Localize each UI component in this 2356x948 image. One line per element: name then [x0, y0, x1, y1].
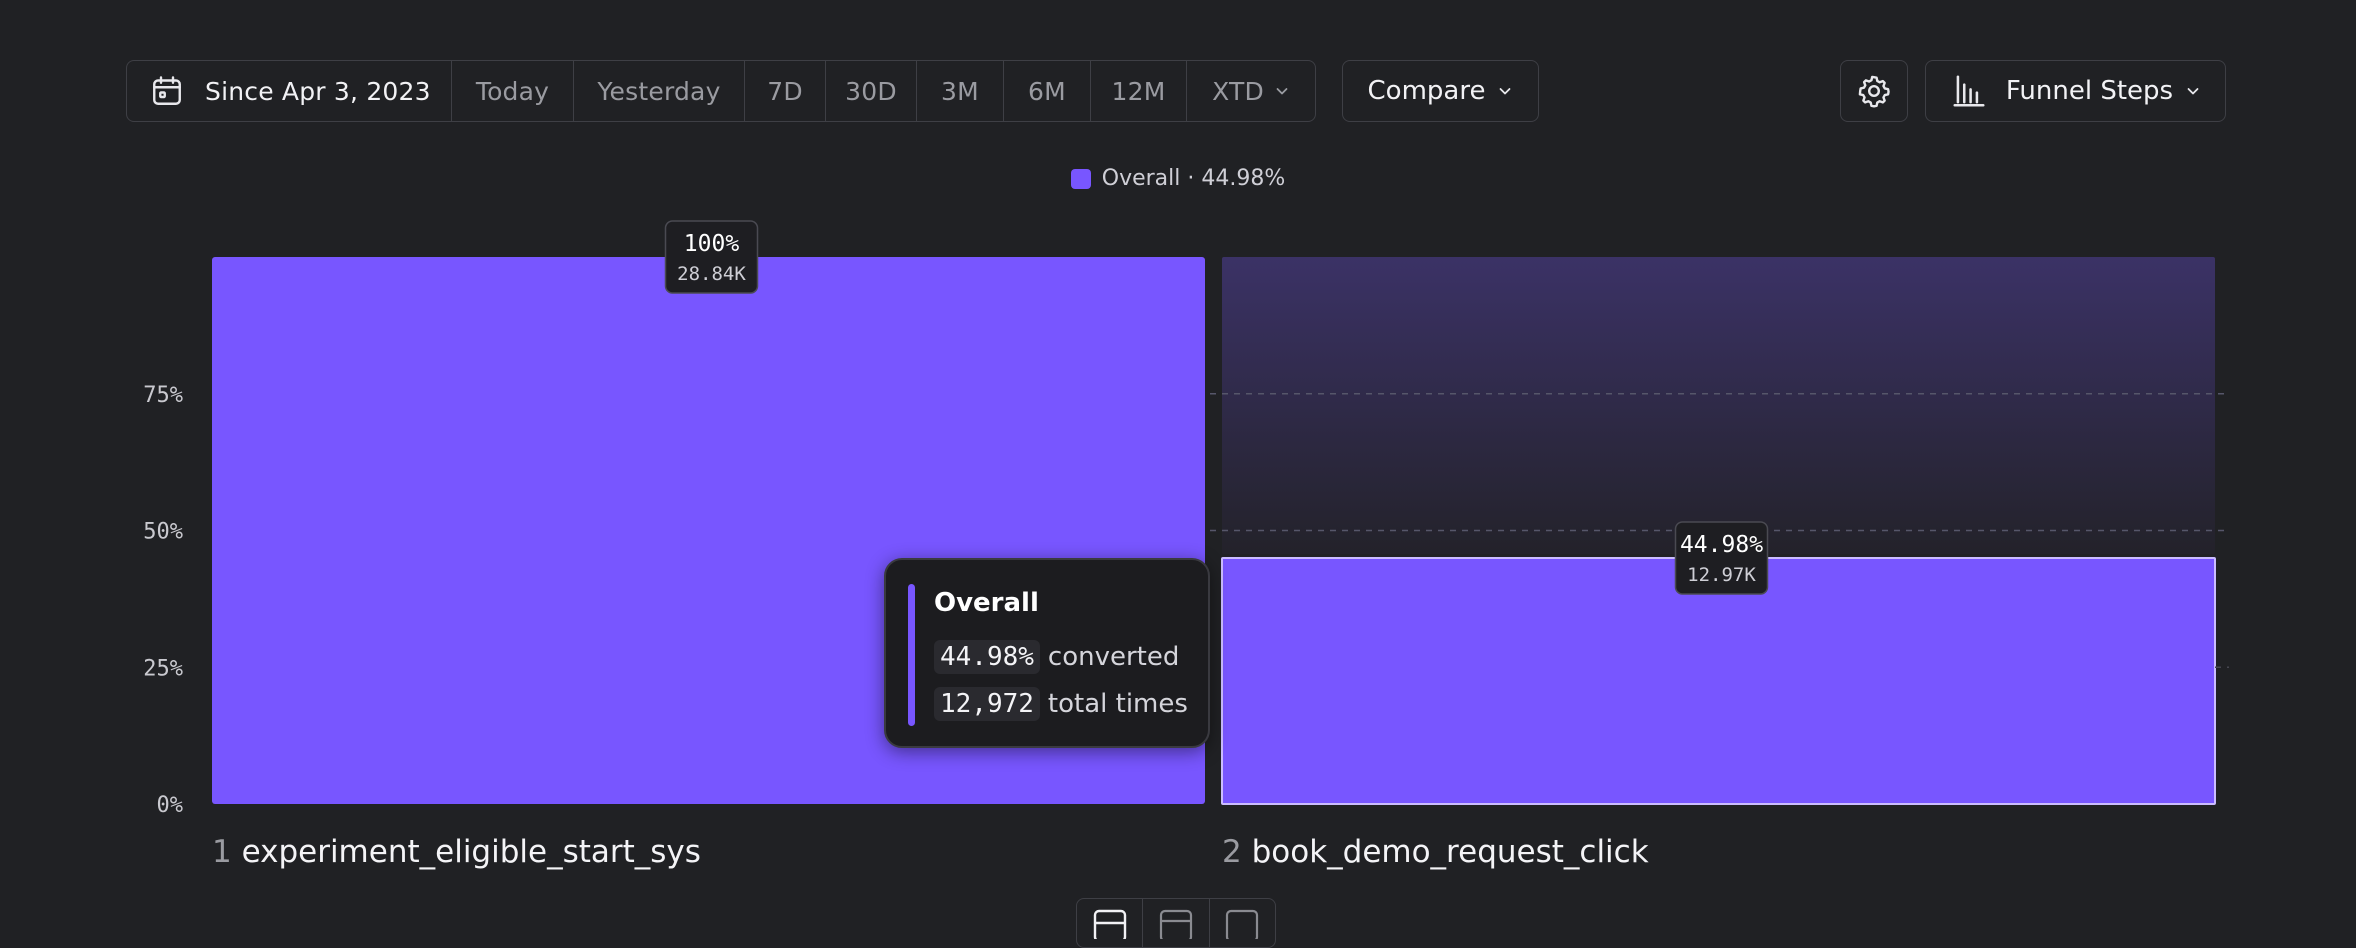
tooltip-row-converted: 44.98% converted [934, 640, 1179, 674]
view-split-button[interactable] [1143, 899, 1210, 947]
y-tick-label: 25% [143, 656, 183, 681]
layout-single-icon [1226, 909, 1259, 939]
step-label: 2 book_demo_request_click [1222, 834, 1649, 870]
y-tick-label: 75% [143, 383, 183, 408]
layout-split-icon [1159, 909, 1193, 939]
bar-value-count: 28.84K [677, 263, 746, 285]
bar-value-count: 12.97K [1687, 564, 1756, 586]
view-single-button[interactable] [1210, 899, 1275, 947]
tooltip-title: Overall [934, 588, 1039, 618]
dropoff-bar [1222, 257, 2215, 554]
tooltip-converted-label: converted [1047, 642, 1180, 672]
layout-bars-icon [1093, 909, 1126, 939]
step-name: book_demo_request_click [1252, 834, 1649, 870]
bar-value-percent: 44.98% [1680, 532, 1763, 558]
tooltip-series-marker [908, 584, 915, 726]
view-toggle [1076, 898, 1276, 948]
step-number: 1 [212, 834, 242, 870]
y-tick-label: 0% [157, 793, 184, 818]
step-number: 2 [1222, 834, 1252, 870]
y-tick-label: 50% [143, 520, 183, 545]
step-name: experiment_eligible_start_sys [242, 834, 701, 870]
tooltip-total-value: 12,972 [934, 687, 1040, 721]
tooltip-total-label: total times [1047, 689, 1188, 719]
chart-tooltip: Overall 44.98% converted 12,972 total ti… [884, 558, 1210, 748]
funnel-chart: 0% 25% 50% 75% 100% 28.84K 44.98% 12.97K 1 exper… [143, 220, 2229, 870]
funnel-bar[interactable] [1221, 556, 2216, 806]
bar-value-percent: 100% [684, 231, 740, 257]
bar-value-box: 100% 28.84K [664, 220, 759, 294]
view-bars-button[interactable] [1077, 899, 1144, 947]
step-label: 1 experiment_eligible_start_sys [212, 834, 701, 870]
bar-value-box: 44.98% 12.97K [1674, 521, 1769, 595]
tooltip-converted-value: 44.98% [934, 640, 1040, 674]
tooltip-row-total: 12,972 total times [934, 687, 1188, 721]
